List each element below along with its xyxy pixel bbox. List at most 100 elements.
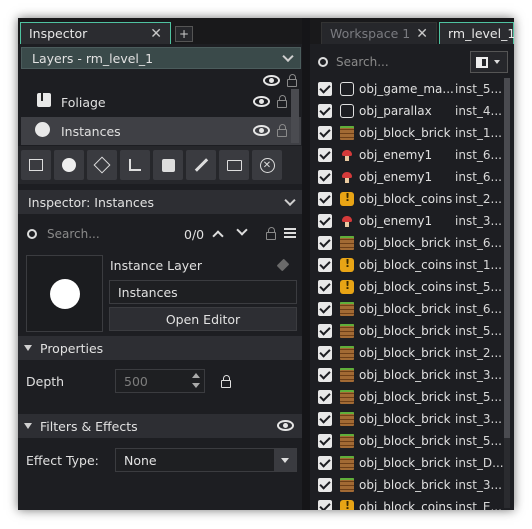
tab-rm-level-1[interactable]: rm_level_1 [439, 22, 514, 44]
instance-row[interactable]: obj_block_brick inst_3... [314, 408, 504, 430]
layer-name-field[interactable]: Instances [109, 280, 297, 304]
instance-row[interactable]: obj_block_brick inst_1... [314, 122, 504, 144]
tab-inspector[interactable]: Inspector ✕ [20, 22, 171, 44]
visibility-checkbox[interactable] [318, 192, 332, 206]
lock-icon[interactable] [266, 227, 276, 240]
effect-layer-button[interactable] [186, 150, 216, 180]
instance-id: inst_1... [455, 126, 502, 140]
visibility-checkbox[interactable] [318, 302, 332, 316]
instance-row[interactable]: obj_parallax inst_4... [314, 100, 504, 122]
eye-icon[interactable] [253, 96, 270, 107]
visibility-checkbox[interactable] [318, 434, 332, 448]
depth-lock-icon[interactable] [221, 375, 231, 388]
tag-icon[interactable] [276, 258, 290, 272]
instance-row[interactable]: obj_game_ma... inst_5... [314, 78, 504, 100]
add-folder-button[interactable] [219, 150, 249, 180]
dropdown-button[interactable] [274, 449, 296, 471]
instance-row[interactable]: obj_block_coinsinst_2... [314, 188, 504, 210]
panel-divider[interactable] [302, 18, 310, 510]
instance-row[interactable]: obj_block_brick inst_5... [314, 386, 504, 408]
visibility-checkbox[interactable] [318, 368, 332, 382]
search-box[interactable]: Search... [21, 221, 179, 247]
layer-row-foliage[interactable]: Foliage [21, 88, 301, 116]
add-tab-button[interactable]: + [175, 26, 193, 42]
visibility-checkbox[interactable] [318, 478, 332, 492]
instance-row[interactable]: obj_block_brick inst_6... [314, 232, 504, 254]
layer-row-instances[interactable]: Instances [21, 117, 301, 145]
instances-inspector-header[interactable]: Inspector: Instances [18, 190, 302, 214]
instance-search[interactable]: Search... [314, 51, 462, 73]
instance-row[interactable]: obj_enemy1 inst_6... [314, 144, 504, 166]
lock-icon[interactable] [277, 95, 287, 108]
instance-row[interactable]: obj_enemy1 inst_6... [314, 166, 504, 188]
path-layer-button[interactable] [120, 150, 150, 180]
layers-dropdown[interactable]: Layers - rm_level_1 [21, 47, 301, 69]
instance-row[interactable]: obj_block_brick inst_5... [314, 320, 504, 342]
chevron-up-icon[interactable] [212, 230, 224, 242]
visibility-checkbox[interactable] [318, 280, 332, 294]
eye-icon[interactable] [277, 420, 294, 431]
layers-scrollbar[interactable] [291, 89, 299, 143]
checkbox-wrap [314, 478, 336, 492]
instance-row[interactable]: obj_block_brick inst_3... [314, 474, 504, 496]
view-toggle-button[interactable] [470, 51, 508, 73]
visibility-all-icon[interactable] [263, 75, 280, 86]
properties-header[interactable]: Properties [18, 336, 302, 360]
lock-icon[interactable] [277, 124, 287, 137]
delete-layer-button[interactable]: ✕ [252, 150, 282, 180]
instance-row[interactable]: obj_block_coinsinst_5... [314, 276, 504, 298]
instance-layer-button[interactable] [54, 150, 84, 180]
open-editor-button[interactable]: Open Editor [109, 307, 297, 331]
visibility-checkbox[interactable] [318, 214, 332, 228]
visibility-checkbox[interactable] [318, 236, 332, 250]
layer-name: Instances [61, 123, 121, 139]
filters-effects-header[interactable]: Filters & Effects [18, 414, 302, 438]
instance-row[interactable]: obj_block_coinsinst_E... [314, 496, 504, 510]
close-icon[interactable]: ✕ [150, 26, 162, 42]
visibility-checkbox[interactable] [318, 500, 332, 510]
brick-icon [340, 390, 354, 404]
visibility-checkbox[interactable] [318, 104, 332, 118]
scrollbar-thumb[interactable] [504, 78, 510, 438]
brick-icon [340, 434, 354, 448]
eye-icon[interactable] [253, 125, 270, 136]
instance-row[interactable]: obj_block_brick inst_D... [314, 452, 504, 474]
instance-row[interactable]: obj_enemy1 inst_3... [314, 210, 504, 232]
stepper-up-icon[interactable] [192, 373, 200, 378]
layers-header [21, 71, 301, 89]
chevron-down-icon [284, 194, 296, 207]
coin-block-icon [340, 279, 354, 294]
checkbox-wrap [314, 236, 336, 250]
tab-workspace-1[interactable]: Workspace 1 ✕ [321, 22, 437, 44]
instance-list-scrollbar[interactable] [504, 78, 510, 508]
search-icon [27, 229, 37, 239]
instance-search-input[interactable]: Search... [336, 55, 389, 69]
depth-field[interactable]: 500 [115, 369, 205, 393]
search-input[interactable]: Search... [47, 227, 100, 241]
visibility-checkbox[interactable] [318, 258, 332, 272]
chevron-down-icon[interactable] [236, 224, 248, 236]
instance-row[interactable]: obj_block_coinsinst_1... [314, 254, 504, 276]
background-layer-button[interactable] [21, 150, 51, 180]
instance-row[interactable]: obj_block_brick inst_5... [314, 430, 504, 452]
visibility-checkbox[interactable] [318, 390, 332, 404]
instance-row[interactable]: obj_block_brick inst_2... [314, 342, 504, 364]
visibility-checkbox[interactable] [318, 456, 332, 470]
visibility-checkbox[interactable] [318, 346, 332, 360]
visibility-checkbox[interactable] [318, 126, 332, 140]
instance-row[interactable]: obj_block_brick inst_6... [314, 298, 504, 320]
lock-all-icon[interactable] [287, 74, 297, 87]
stepper-down-icon[interactable] [192, 383, 200, 388]
close-icon[interactable]: ✕ [416, 26, 428, 42]
visibility-checkbox[interactable] [318, 412, 332, 426]
visibility-checkbox[interactable] [318, 324, 332, 338]
object-name: obj_block_coins [359, 192, 453, 206]
visibility-checkbox[interactable] [318, 170, 332, 184]
tile-layer-button[interactable] [87, 150, 117, 180]
layers-dropdown-label: Layers - rm_level_1 [32, 50, 154, 66]
asset-layer-button[interactable] [153, 150, 183, 180]
effect-type-select[interactable]: None [115, 448, 297, 472]
visibility-checkbox[interactable] [318, 82, 332, 96]
visibility-checkbox[interactable] [318, 148, 332, 162]
instance-row[interactable]: obj_block_brick inst_3... [314, 364, 504, 386]
